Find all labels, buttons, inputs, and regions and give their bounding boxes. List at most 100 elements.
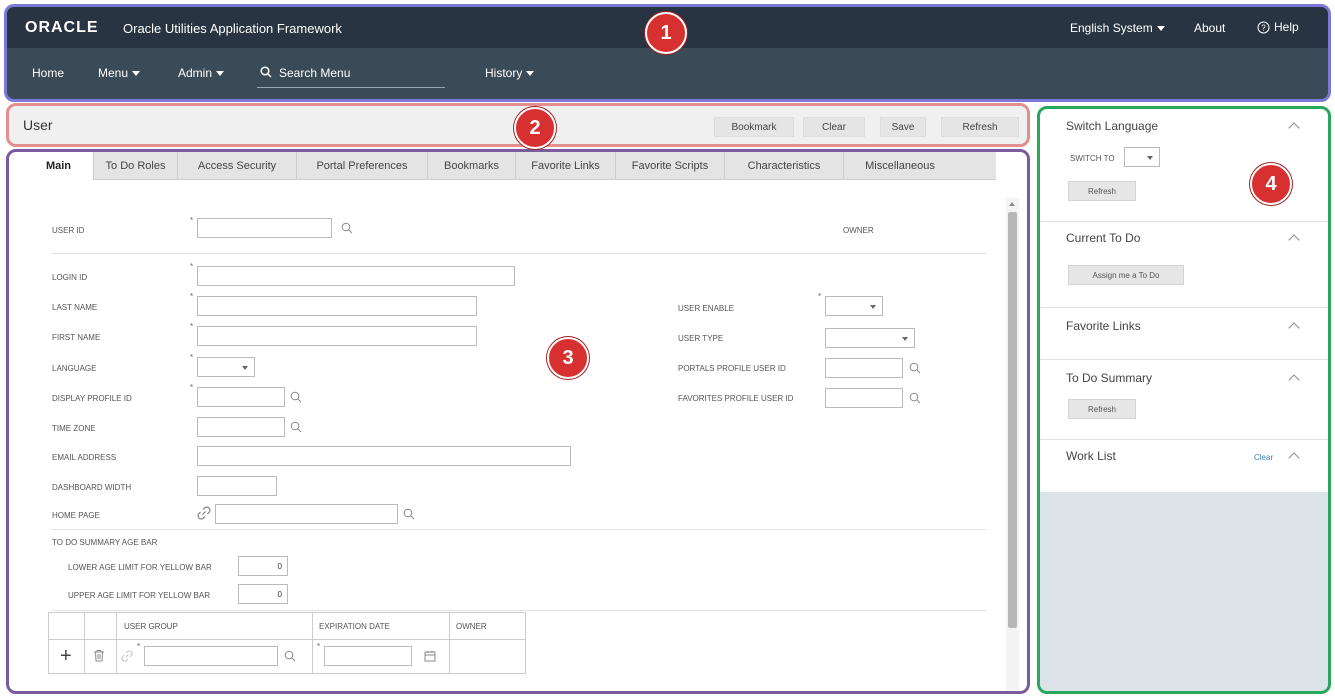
todo-summary-refresh-button[interactable]: Refresh	[1068, 399, 1136, 419]
user-id-input[interactable]	[197, 218, 332, 238]
required-marker: *	[137, 642, 141, 651]
chevron-up-icon[interactable]	[1288, 322, 1300, 334]
tab-favorite-links[interactable]: Favorite Links	[516, 152, 616, 180]
add-row-button[interactable]: +	[60, 646, 72, 666]
grid-header-row: USER GROUP EXPIRATION DATE OWNER	[49, 613, 525, 673]
about-link[interactable]: About	[1194, 21, 1225, 35]
tab-favorite-scripts[interactable]: Favorite Scripts	[616, 152, 725, 180]
upper-age-limit-input[interactable]: 0	[238, 584, 288, 604]
switch-to-select[interactable]	[1124, 147, 1160, 167]
help-link[interactable]: ? Help	[1257, 20, 1299, 34]
nav-menu[interactable]: Menu	[98, 66, 141, 80]
first-name-input[interactable]	[197, 326, 477, 346]
required-marker: *	[190, 262, 194, 271]
oracle-logo: ORACLE	[25, 19, 99, 36]
nav-history[interactable]: History	[485, 66, 535, 80]
required-marker: *	[317, 642, 321, 651]
user-group-grid: USER GROUP EXPIRATION DATE OWNER + * *	[48, 612, 526, 674]
todo-summary-age-bar-label: TO DO SUMMARY AGE BAR	[52, 538, 158, 547]
login-id-input[interactable]	[197, 266, 515, 286]
login-id-label: LOGIN ID	[52, 273, 88, 282]
clear-button[interactable]: Clear	[803, 117, 865, 137]
time-zone-input[interactable]	[197, 417, 285, 437]
portals-profile-user-id-input[interactable]	[825, 358, 903, 378]
owner-column-header: OWNER	[456, 622, 487, 631]
display-profile-id-label: DISPLAY PROFILE ID	[52, 394, 132, 403]
divider	[1040, 221, 1328, 222]
last-name-input[interactable]	[197, 296, 477, 316]
nav-menu-label: Menu	[98, 66, 129, 80]
expiration-date-input[interactable]	[324, 646, 412, 666]
language-select[interactable]	[197, 357, 255, 377]
link-icon[interactable]	[197, 506, 211, 520]
link-icon[interactable]	[121, 650, 133, 662]
work-list-clear-link[interactable]: Clear	[1254, 453, 1273, 462]
save-button[interactable]: Save	[880, 117, 926, 137]
help-icon: ?	[1257, 21, 1270, 33]
user-group-column-header: USER GROUP	[124, 622, 178, 631]
chevron-down-icon	[870, 305, 876, 309]
chevron-up-icon[interactable]	[1288, 122, 1300, 134]
search-icon[interactable]	[909, 392, 921, 404]
divider	[1040, 359, 1328, 360]
switch-language-refresh-button[interactable]: Refresh	[1068, 181, 1136, 201]
search-menu-input[interactable]: Search Menu	[257, 58, 445, 88]
divider	[52, 253, 987, 254]
zone-badge-1: 1	[645, 12, 687, 54]
time-zone-label: TIME ZONE	[52, 424, 96, 433]
nav-home[interactable]: Home	[32, 66, 64, 80]
tab-to-do-roles[interactable]: To Do Roles	[94, 152, 178, 180]
current-todo-title: Current To Do	[1066, 231, 1141, 245]
user-enable-select[interactable]	[825, 296, 883, 316]
chevron-up-icon[interactable]	[1288, 452, 1300, 464]
refresh-button[interactable]: Refresh	[941, 117, 1019, 137]
dashboard-width-label: DASHBOARD WIDTH	[52, 483, 132, 492]
trash-icon[interactable]	[93, 649, 105, 662]
tab-main[interactable]: Main	[24, 152, 94, 180]
user-type-select[interactable]	[825, 328, 915, 348]
grid-column-divider	[116, 613, 117, 673]
display-profile-id-input[interactable]	[197, 387, 285, 407]
search-icon[interactable]	[341, 222, 353, 234]
language-dropdown[interactable]: English System	[1070, 21, 1165, 35]
help-label: Help	[1274, 20, 1299, 34]
chevron-up-icon[interactable]	[1288, 234, 1300, 246]
chevron-down-icon	[132, 70, 141, 76]
scroll-up-arrow[interactable]	[1009, 202, 1015, 206]
tab-miscellaneous[interactable]: Miscellaneous	[844, 152, 956, 180]
required-marker: *	[818, 292, 822, 301]
tab-portal-preferences[interactable]: Portal Preferences	[297, 152, 428, 180]
lower-age-limit-input[interactable]: 0	[238, 556, 288, 576]
favorites-profile-user-id-input[interactable]	[825, 388, 903, 408]
search-icon[interactable]	[909, 362, 921, 374]
search-icon[interactable]	[403, 508, 415, 520]
tab-access-security[interactable]: Access Security	[178, 152, 297, 180]
email-address-input[interactable]	[197, 446, 571, 466]
vertical-scrollbar[interactable]	[1006, 198, 1019, 692]
home-page-input[interactable]	[215, 504, 398, 524]
user-id-label: USER ID	[52, 226, 85, 235]
tab-bookmarks[interactable]: Bookmarks	[428, 152, 516, 180]
chevron-down-icon	[526, 70, 535, 76]
home-page-label: HOME PAGE	[52, 511, 100, 520]
search-placeholder: Search Menu	[279, 66, 351, 80]
search-icon[interactable]	[290, 421, 302, 433]
search-icon[interactable]	[284, 650, 296, 662]
calendar-icon[interactable]	[424, 650, 436, 662]
scrollbar-thumb[interactable]	[1008, 212, 1017, 628]
tab-characteristics[interactable]: Characteristics	[725, 152, 844, 180]
chevron-up-icon[interactable]	[1288, 374, 1300, 386]
search-icon[interactable]	[290, 391, 302, 403]
favorite-links-title: Favorite Links	[1066, 319, 1141, 333]
bookmark-button[interactable]: Bookmark	[714, 117, 794, 137]
user-group-input[interactable]	[144, 646, 278, 666]
grid-column-divider	[84, 613, 85, 673]
portals-profile-user-id-label: PORTALS PROFILE USER ID	[678, 364, 786, 373]
app-title: Oracle Utilities Application Framework	[123, 21, 342, 36]
first-name-label: FIRST NAME	[52, 333, 101, 342]
nav-admin[interactable]: Admin	[178, 66, 225, 80]
page-title: User	[23, 117, 53, 133]
dashboard-width-input[interactable]	[197, 476, 277, 496]
assign-todo-button[interactable]: Assign me a To Do	[1068, 265, 1184, 285]
switch-to-label: SWITCH TO	[1070, 154, 1115, 163]
